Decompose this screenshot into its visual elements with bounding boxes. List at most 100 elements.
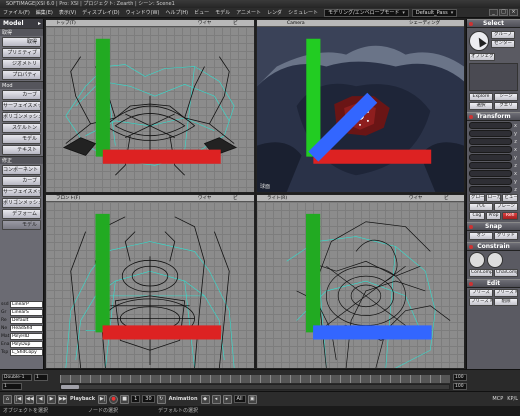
translate-z-field[interactable] <box>469 186 512 193</box>
pass-select[interactable]: Default_Pass ▾ <box>411 8 458 17</box>
modify-surface-button[interactable]: サーフェイスメッシュ <box>2 187 41 197</box>
select-header[interactable]: Select <box>467 19 520 28</box>
scene-button[interactable]: シーン <box>494 93 518 101</box>
list-item[interactable]: Mat PolyHID <box>1 333 43 340</box>
viewport-view-menu[interactable]: Camera <box>285 20 307 27</box>
frame-field[interactable]: 1 <box>2 383 22 390</box>
global-button[interactable]: グローバル <box>469 194 485 202</box>
deform-button[interactable]: デフォーム <box>2 209 41 219</box>
viewport-view-menu[interactable]: ライト(R) <box>265 195 289 202</box>
view-button[interactable]: ビュー <box>502 194 519 202</box>
modify-curve-button[interactable]: カーブ <box>2 176 41 186</box>
menu-model[interactable]: モデル <box>212 8 233 18</box>
polygon-mesh-button[interactable]: ポリゴンメッシュ <box>2 112 41 122</box>
center-button[interactable]: センター <box>491 40 515 48</box>
constraint-icon[interactable] <box>487 252 503 268</box>
maximize-button[interactable]: □ <box>499 9 508 16</box>
group-button[interactable]: グループ <box>491 31 515 39</box>
menu-help[interactable]: ヘルプ(H) <box>162 8 191 18</box>
skeleton-button[interactable]: スケルトン <box>2 123 41 133</box>
mcp-label[interactable]: MCP <box>492 396 503 402</box>
current-frame-field[interactable]: 1 <box>131 395 141 403</box>
prev-frame-button[interactable]: ◀ <box>36 394 45 404</box>
first-frame-button[interactable]: |◀ <box>14 394 23 404</box>
prev-key-button[interactable]: ◀◀ <box>25 394 34 404</box>
rotate-y-field[interactable] <box>469 154 512 161</box>
next-key-button[interactable]: ▶▶ <box>58 394 67 404</box>
constrain-header[interactable]: Constrain <box>467 242 520 251</box>
scale-x-field[interactable] <box>469 122 512 129</box>
menu-simulate[interactable]: シミュレート <box>285 8 321 18</box>
delete-button[interactable]: 削除 <box>494 298 518 306</box>
edit-header[interactable]: Edit <box>467 279 520 288</box>
plane-button[interactable]: プレーン <box>494 203 518 211</box>
menu-render[interactable]: レンダ <box>264 8 285 18</box>
list-item[interactable]: Re Default <box>1 317 43 324</box>
timeline-thumb[interactable] <box>61 385 79 389</box>
select-arrow-icon[interactable] <box>469 31 489 51</box>
viewport-view-menu[interactable]: フロント(F) <box>54 195 82 202</box>
key-prev-icon[interactable]: ◂ <box>211 394 221 404</box>
modify-model-button[interactable]: モデル <box>2 220 41 230</box>
translate-x-field[interactable] <box>469 170 512 177</box>
explore-button[interactable]: Explore <box>469 93 493 101</box>
menu-file[interactable]: ファイル(F) <box>0 8 33 18</box>
viewport-display-menu[interactable]: ワイヤ <box>196 195 213 202</box>
record-button[interactable]: ● <box>109 394 119 404</box>
concompe-button[interactable]: ConCompe <box>469 269 493 277</box>
list-item[interactable]: Ena PolyDup <box>1 341 43 348</box>
model-button[interactable]: モデル <box>2 134 41 144</box>
start-value-field[interactable]: 1 <box>34 374 48 381</box>
scale-z-field[interactable] <box>469 138 512 145</box>
component-button[interactable]: コンポーネント <box>2 165 41 175</box>
toolbar-header[interactable]: Model ▸ <box>0 19 43 28</box>
menu-view2[interactable]: ビュー <box>191 8 212 18</box>
par-button[interactable]: パル <box>469 203 493 211</box>
refl-button[interactable]: Refl <box>502 212 519 220</box>
lock-icon[interactable]: ▣ <box>247 394 257 404</box>
curve-button[interactable]: カーブ <box>2 90 41 100</box>
rotate-x-field[interactable] <box>469 146 512 153</box>
list-item[interactable]: ssd LinearP <box>1 301 43 308</box>
kp-label[interactable]: KP/L <box>507 396 518 402</box>
scale-y-field[interactable] <box>469 130 512 137</box>
snap-grid-button[interactable]: グリッド <box>494 232 518 240</box>
viewport-front[interactable]: フロント(F) ワイヤ ピ <box>45 194 255 369</box>
primitive-button[interactable]: プリミティブ <box>2 48 41 58</box>
translate-y-field[interactable] <box>469 178 512 185</box>
chaicomp-button[interactable]: ChaiComp <box>494 269 518 277</box>
viewport-options-menu[interactable]: ピ <box>231 20 240 27</box>
home-icon[interactable]: ⌂ <box>3 394 12 404</box>
local-button[interactable]: ローカル <box>485 194 502 202</box>
fps-field[interactable]: 30 <box>142 395 155 403</box>
end-value-field[interactable]: 100 <box>453 374 467 381</box>
list-item[interactable]: Gr LinearS <box>1 309 43 316</box>
rotate-z-field[interactable] <box>469 162 512 169</box>
viewport-display-menu[interactable]: ワイヤ <box>407 195 424 202</box>
prop-button[interactable]: Prop <box>485 212 502 220</box>
menu-animate[interactable]: アニメート <box>233 8 264 18</box>
viewport-camera[interactable]: Camera シェーディング 球面 <box>256 19 465 193</box>
stop-button[interactable]: ■ <box>120 394 130 404</box>
key-icon[interactable]: ◆ <box>200 394 210 404</box>
animation-label[interactable]: Animation <box>169 396 198 402</box>
close-button[interactable]: × <box>509 9 518 16</box>
surface-mesh-button[interactable]: サーフェイスメッシュ <box>2 101 41 111</box>
end-value-field-2[interactable]: 100 <box>453 383 467 390</box>
menu-display[interactable]: ディスプレイ(D) <box>79 8 122 18</box>
key-next-icon[interactable]: ▸ <box>222 394 232 404</box>
get-button[interactable]: 取得 <box>2 37 41 47</box>
all-field[interactable]: All <box>233 395 246 403</box>
play-button[interactable]: ▶ <box>47 394 56 404</box>
playback-label[interactable]: Playback <box>70 396 95 402</box>
text-button[interactable]: テキスト <box>2 145 41 155</box>
geometry-button[interactable]: ジオメトリ <box>2 59 41 69</box>
snap-header[interactable]: Snap <box>467 222 520 231</box>
menu-window[interactable]: ウィンドウ(W) <box>123 8 163 18</box>
menu-view[interactable]: 表示(V) <box>56 8 79 18</box>
timeline-range-slider[interactable] <box>60 384 450 390</box>
viewport-top[interactable]: トップ(T) ワイヤ ピ <box>45 19 255 193</box>
transform-header[interactable]: Transform <box>467 112 520 121</box>
query-button[interactable]: クエリ <box>494 102 518 110</box>
modify-polygon-button[interactable]: ポリゴンメッシュ <box>2 198 41 208</box>
